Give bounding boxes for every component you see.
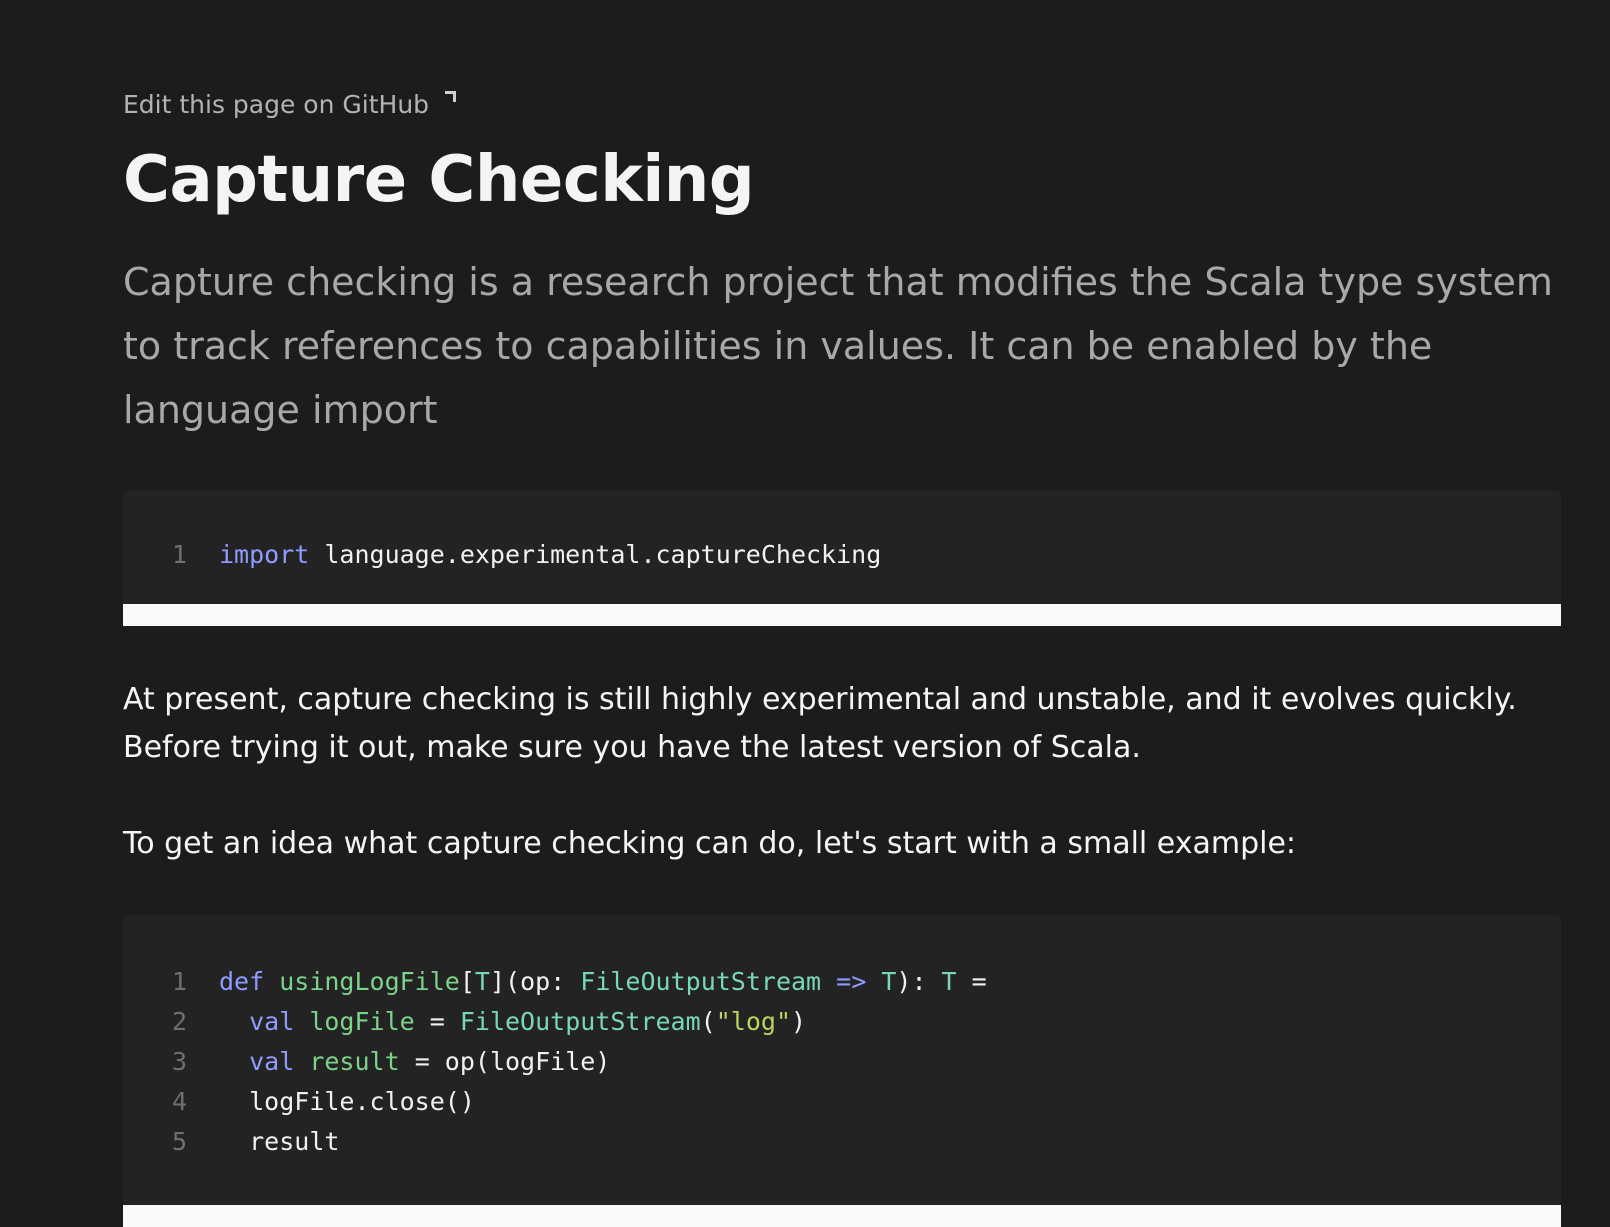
type-token: T (474, 967, 490, 996)
function-name-token: usingLogFile (279, 967, 460, 996)
keyword-token: val (249, 1007, 295, 1036)
line-number: 4 (171, 1087, 187, 1116)
code-line: 1 def usingLogFile[T](op: FileOutputStre… (123, 967, 1561, 1007)
keyword-token: import (219, 540, 310, 569)
code-text: logFile.close() (219, 1087, 475, 1116)
code-text: import language.experimental.captureChec… (219, 540, 881, 569)
keyword-token: def (219, 967, 265, 996)
lead-paragraph: Capture checking is a research project t… (123, 260, 1553, 432)
line-number: 1 (171, 967, 187, 996)
keyword-token: val (249, 1047, 295, 1076)
code-token: result (249, 1127, 340, 1156)
code-token: [ (459, 967, 475, 996)
type-token: T (881, 967, 897, 996)
code-token: ) (791, 1007, 807, 1036)
variable-name-token: result (309, 1047, 400, 1076)
string-token: "log" (715, 1007, 791, 1036)
code-token: ](op: (489, 967, 581, 996)
code-token: = (414, 1007, 460, 1036)
variable-name-token: logFile (309, 1007, 415, 1036)
code-block-import: 1 import language.experimental.captureCh… (123, 490, 1561, 626)
code-token: = (956, 967, 987, 996)
type-token: FileOutputStream (580, 967, 822, 996)
code-token: language.experimental.captureChecking (309, 540, 882, 569)
code-text: result (219, 1127, 339, 1156)
external-link-icon (445, 90, 457, 103)
paragraph-example-intro: To get an idea what capture checking can… (123, 826, 1297, 861)
code-text: val result = op(logFile) (219, 1047, 610, 1076)
documentation-page: Edit this page on GitHub Capture Checkin… (123, 0, 1561, 1227)
code-line: 2 val logFile = FileOutputStream("log") (123, 1007, 1561, 1047)
edit-on-github-label: Edit this page on GitHub (123, 90, 430, 119)
code-token: ( (700, 1007, 716, 1036)
edit-on-github-link[interactable]: Edit this page on GitHub (123, 90, 457, 119)
type-token: T (941, 967, 957, 996)
code-text: def usingLogFile[T](op: FileOutputStream… (219, 967, 987, 996)
line-number: 2 (171, 1007, 187, 1036)
line-number: 3 (171, 1047, 187, 1076)
line-number: 1 (171, 540, 187, 569)
arrow-token: => (821, 967, 867, 996)
code-block-example: 1 def usingLogFile[T](op: FileOutputStre… (123, 915, 1561, 1227)
code-token: logFile.close() (249, 1087, 475, 1116)
code-token: = op(logFile) (399, 1047, 611, 1076)
code-line: 4 logFile.close() (123, 1087, 1561, 1127)
line-number: 5 (171, 1127, 187, 1156)
code-text: val logFile = FileOutputStream("log") (219, 1007, 806, 1036)
code-line: 3 val result = op(logFile) (123, 1047, 1561, 1087)
code-line: 5 result (123, 1127, 1561, 1167)
type-token: FileOutputStream (459, 1007, 701, 1036)
code-token: ): (896, 967, 942, 996)
paragraph-experimental: At present, capture checking is still hi… (123, 682, 1517, 765)
page-title: Capture Checking (123, 143, 755, 217)
code-line: 1 import language.experimental.captureCh… (123, 540, 1561, 580)
